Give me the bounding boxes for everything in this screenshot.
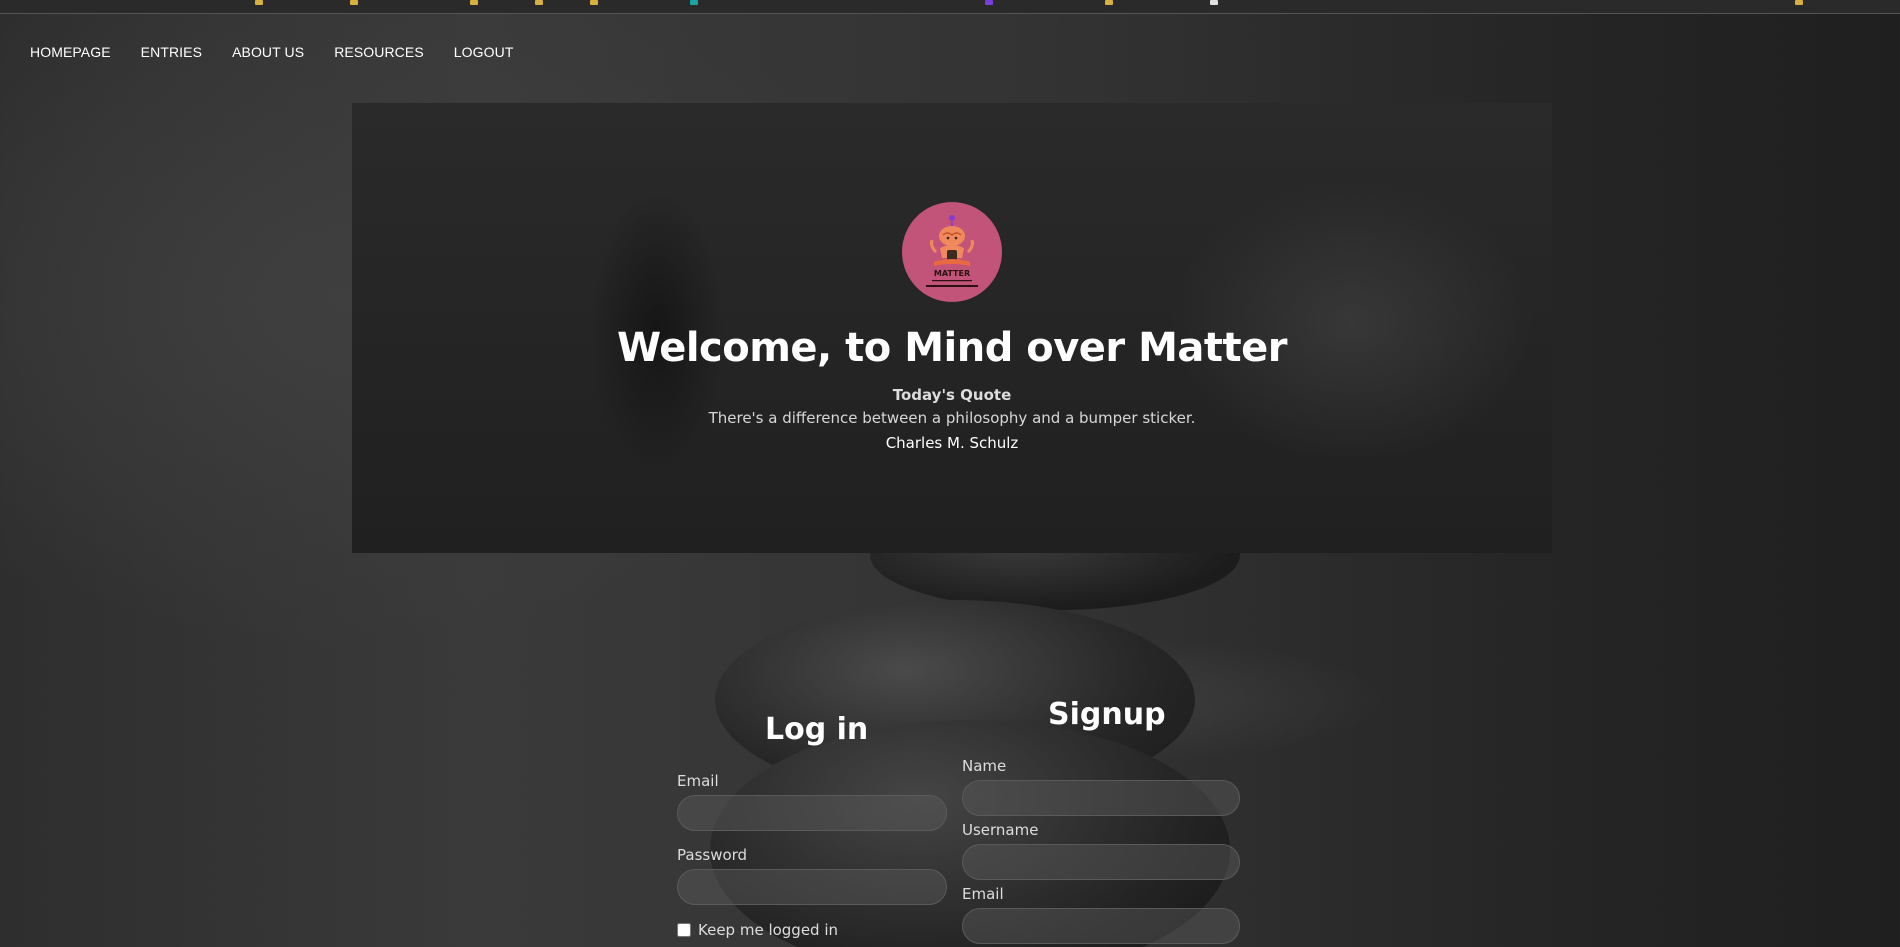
site-logo[interactable]: MATTER <box>902 202 1002 302</box>
bookmark-page-icon[interactable] <box>1210 0 1218 5</box>
nav-entries[interactable]: ENTRIES <box>141 44 202 60</box>
signup-email-field[interactable] <box>962 908 1240 944</box>
bookmark-folder-icon[interactable] <box>255 0 263 5</box>
bookmark-site-icon[interactable] <box>690 0 698 5</box>
bookmark-folder-icon[interactable] <box>535 0 543 5</box>
login-password-field[interactable] <box>677 869 947 905</box>
nav-homepage[interactable]: HOMEPAGE <box>30 44 111 60</box>
logo-text: MATTER <box>934 269 970 278</box>
bookmark-folder-icon[interactable] <box>590 0 598 5</box>
bookmark-folder-icon[interactable] <box>1795 0 1803 5</box>
nav-logout[interactable]: LOGOUT <box>454 44 514 60</box>
keep-logged-in-label: Keep me logged in <box>698 921 839 939</box>
login-heading: Log in <box>765 712 869 747</box>
bookmarks-bar <box>0 0 1900 14</box>
nav-resources[interactable]: RESOURCES <box>334 44 424 60</box>
login-email-label: Email <box>677 772 719 790</box>
page-title: Welcome, to Mind over Matter <box>617 325 1287 371</box>
keep-logged-in-checkbox[interactable] <box>677 923 691 937</box>
quote-text: There's a difference between a philosoph… <box>708 409 1196 427</box>
signup-heading: Signup <box>1048 697 1166 732</box>
nav-about-us[interactable]: ABOUT US <box>232 44 304 60</box>
bookmark-folder-icon[interactable] <box>470 0 478 5</box>
signup-username-label: Username <box>962 821 1039 839</box>
bookmark-folder-icon[interactable] <box>1105 0 1113 5</box>
main-nav: HOMEPAGE ENTRIES ABOUT US RESOURCES LOGO… <box>30 44 514 60</box>
signup-username-field[interactable] <box>962 844 1240 880</box>
quote-author: Charles M. Schulz <box>885 434 1019 452</box>
hero-banner: MATTER Welcome, to Mind over Matter Toda… <box>352 103 1552 553</box>
login-password-label: Password <box>677 846 748 864</box>
signup-name-label: Name <box>962 757 1007 775</box>
signup-name-field[interactable] <box>962 780 1240 816</box>
quote-label: Today's Quote <box>892 386 1012 404</box>
bookmark-folder-icon[interactable] <box>350 0 358 5</box>
meditating-brain-logo-icon: MATTER <box>926 215 978 287</box>
signup-email-label: Email <box>962 885 1004 903</box>
bookmark-site-icon[interactable] <box>985 0 993 5</box>
login-email-field[interactable] <box>677 795 947 831</box>
